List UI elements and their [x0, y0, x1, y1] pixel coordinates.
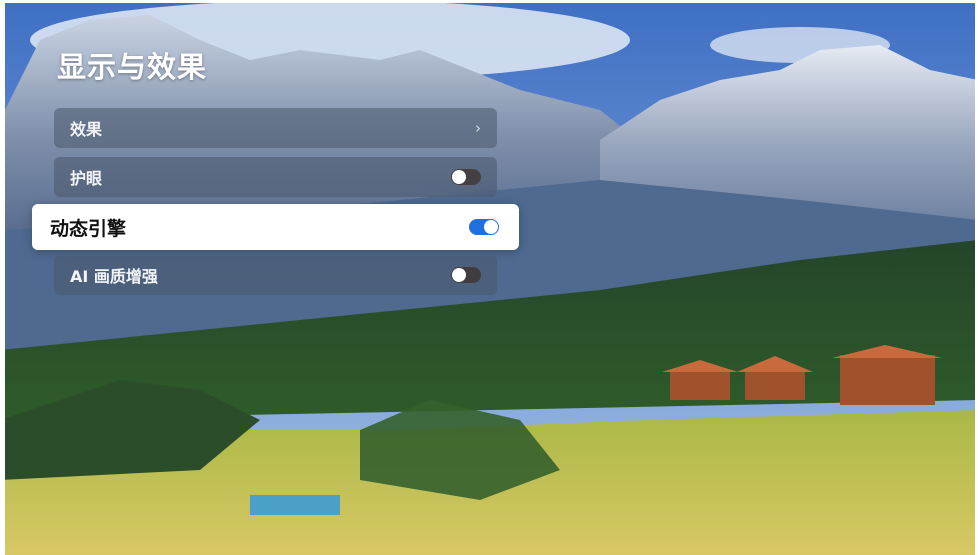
page-title: 显示与效果 [57, 50, 208, 84]
toggle-knob [452, 170, 466, 184]
menu-item-eye-protection[interactable]: 护眼 [54, 157, 497, 197]
menu-item-label: 动态引擎 [50, 217, 127, 240]
menu-item-label: 护眼 [70, 169, 103, 188]
menu-item-dynamic-engine[interactable]: 动态引擎 [32, 204, 519, 250]
menu-item-effects[interactable]: 效果 › [54, 108, 497, 148]
chevron-right-icon: › [475, 119, 481, 137]
dynamic-engine-toggle[interactable] [469, 219, 499, 235]
menu-item-ai-enhance[interactable]: AI 画质增强 [54, 255, 497, 295]
toggle-knob [452, 268, 466, 282]
toggle-knob [484, 220, 498, 234]
menu-item-label: AI 画质增强 [70, 267, 158, 286]
eye-protection-toggle[interactable] [451, 169, 481, 185]
ai-enhance-toggle[interactable] [451, 267, 481, 283]
menu-item-label: 效果 [70, 120, 103, 139]
